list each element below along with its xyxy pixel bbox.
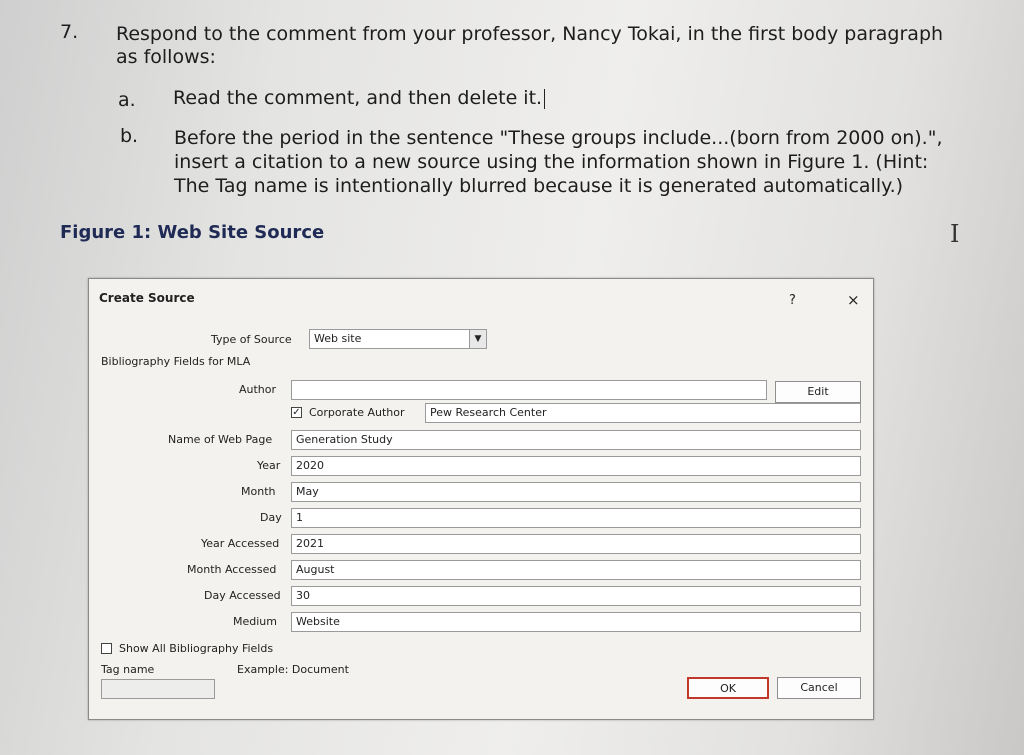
- substep-a-text: Read the comment, and then delete it.: [173, 87, 543, 109]
- corporate-author-label: Corporate Author: [309, 406, 405, 419]
- show-all-fields-label: Show All Bibliography Fields: [119, 642, 274, 655]
- type-of-source-label: Type of Source: [211, 333, 292, 346]
- chevron-down-icon[interactable]: ▼: [469, 330, 486, 348]
- name-of-web-page-label: Name of Web Page: [168, 433, 273, 446]
- substep-b-line3: The Tag name is intentionally blurred be…: [174, 175, 904, 197]
- day-accessed-field[interactable]: 30: [291, 586, 861, 606]
- substep-b-marker: b.: [120, 125, 139, 147]
- day-label: Day: [260, 511, 282, 524]
- month-label: Month: [241, 485, 276, 498]
- step-text-line2: as follows:: [116, 46, 216, 68]
- corporate-author-checkbox[interactable]: ✓: [291, 407, 302, 418]
- substep-b-line1: Before the period in the sentence "These…: [174, 127, 943, 149]
- author-label: Author: [239, 383, 277, 396]
- type-of-source-value: Web site: [314, 332, 362, 345]
- show-all-fields-checkbox[interactable]: [101, 643, 112, 654]
- document-page: 7. Respond to the comment from your prof…: [0, 0, 1024, 755]
- edit-button[interactable]: Edit: [775, 381, 861, 403]
- medium-label: Medium: [233, 615, 277, 628]
- text-caret: [544, 88, 546, 109]
- year-label: Year: [257, 459, 281, 472]
- type-of-source-select[interactable]: Web site ▼: [309, 329, 487, 349]
- year-field[interactable]: 2020: [291, 456, 861, 476]
- bibliography-fields-label: Bibliography Fields for MLA: [101, 355, 251, 368]
- name-of-web-page-field[interactable]: Generation Study: [291, 430, 861, 450]
- day-field[interactable]: 1: [291, 508, 861, 528]
- substep-b-line2: insert a citation to a new source using …: [174, 151, 929, 173]
- tag-name-label: Tag name: [101, 663, 155, 676]
- step-text-line1: Respond to the comment from your profess…: [116, 23, 944, 45]
- ok-button[interactable]: OK: [687, 677, 769, 699]
- month-field[interactable]: May: [291, 482, 861, 502]
- month-accessed-label: Month Accessed: [187, 563, 277, 576]
- create-source-dialog: Create Source ? × Type of Source Web sit…: [88, 278, 874, 720]
- close-icon[interactable]: ×: [847, 291, 860, 309]
- medium-field[interactable]: Website: [291, 612, 861, 632]
- cancel-button[interactable]: Cancel: [777, 677, 861, 699]
- figure-caption: Figure 1: Web Site Source: [60, 222, 325, 243]
- example-label: Example: Document: [237, 663, 349, 676]
- substep-a-marker: a.: [118, 89, 136, 111]
- ibeam-cursor-icon: I: [950, 220, 960, 248]
- author-field[interactable]: [291, 380, 767, 400]
- year-accessed-field[interactable]: 2021: [291, 534, 861, 554]
- year-accessed-label: Year Accessed: [201, 537, 280, 550]
- day-accessed-label: Day Accessed: [204, 589, 281, 602]
- tag-name-field[interactable]: [101, 679, 215, 699]
- step-number: 7.: [60, 21, 79, 43]
- month-accessed-field[interactable]: August: [291, 560, 861, 580]
- corporate-author-field[interactable]: Pew Research Center: [425, 403, 861, 423]
- help-icon[interactable]: ?: [789, 293, 796, 308]
- dialog-title: Create Source: [99, 291, 195, 305]
- substep-a-text-wrap: Read the comment, and then delete it.: [173, 86, 546, 110]
